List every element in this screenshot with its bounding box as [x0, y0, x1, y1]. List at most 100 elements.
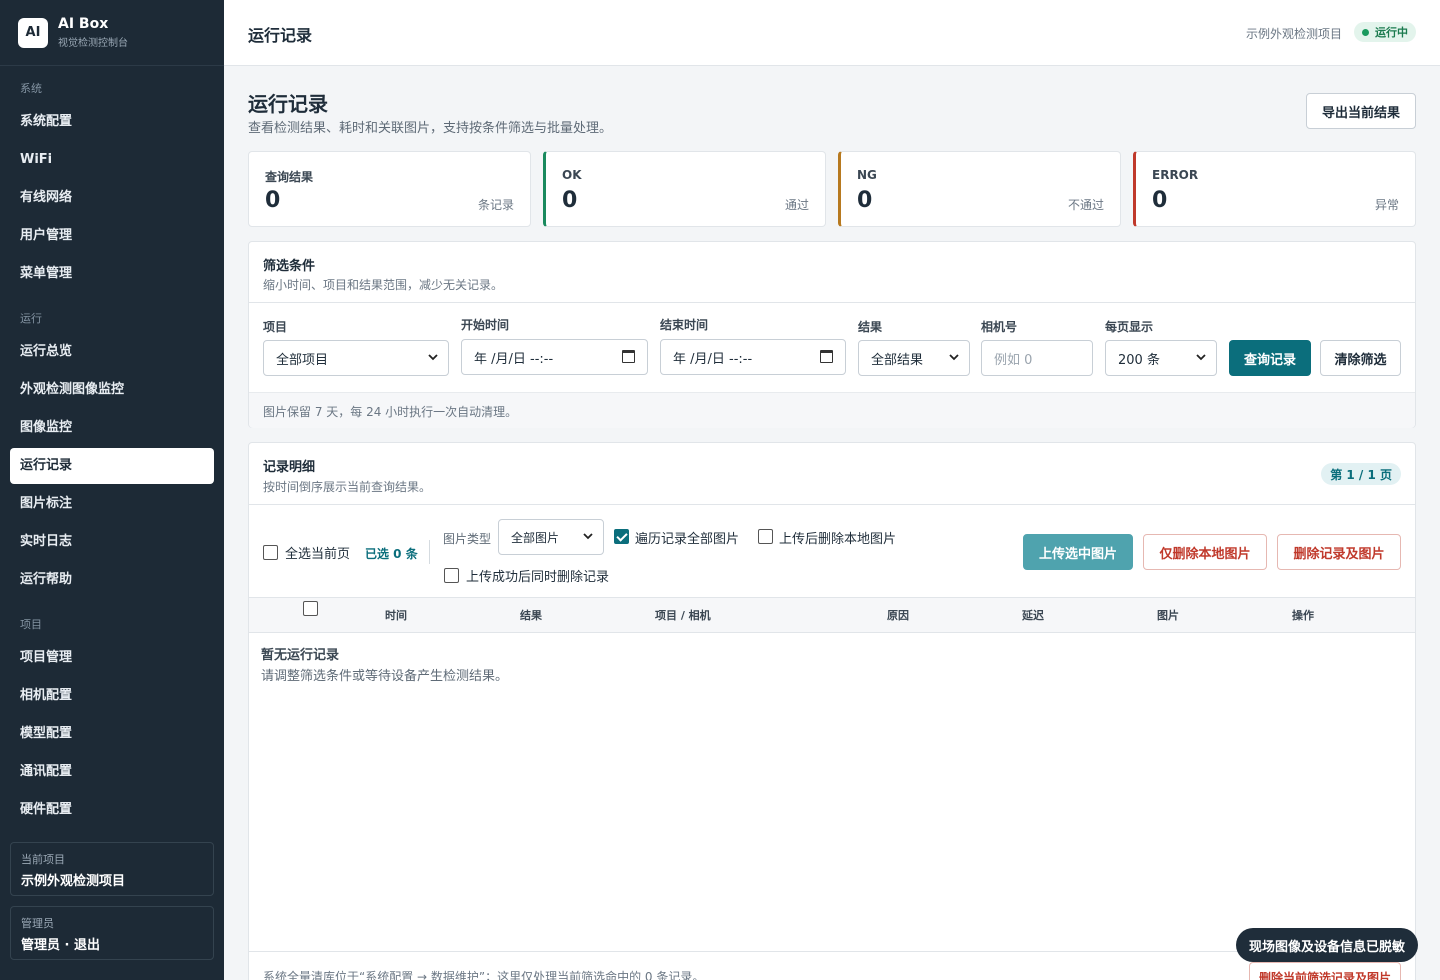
stat-value: 0 [857, 188, 873, 213]
stat-value: 0 [1152, 188, 1168, 213]
stat-label: OK [562, 168, 582, 182]
sidebar-item-run-overview[interactable]: 运行总览 [10, 334, 214, 370]
desensitized-toast: 现场图像及设备信息已脱敏 [1236, 928, 1418, 962]
column-header-latency[interactable]: 延迟 [1022, 607, 1044, 623]
query-button[interactable]: 查询记录 [1229, 340, 1311, 376]
result-filter-label: 结果 [858, 320, 883, 334]
page-size-select[interactable]: 200 条 [1105, 340, 1217, 376]
traverse-all-checkbox[interactable] [614, 529, 629, 544]
page-description: 查看检测结果、耗时和关联图片，支持按条件筛选与批量处理。 [248, 121, 613, 136]
stat-unit: 条记录 [477, 198, 514, 212]
selected-count: 已选 0 条 [365, 547, 418, 561]
project-select[interactable]: 全部项目 [263, 340, 449, 376]
sidebar-item-run-records[interactable]: 运行记录 [10, 448, 214, 484]
delete-local-after-upload-label[interactable]: 上传后删除本地图片 [779, 528, 896, 547]
admin-title: 管理员 [21, 917, 54, 930]
table-header [249, 597, 1415, 633]
delete-record-after-upload-checkbox[interactable] [444, 568, 459, 583]
footer-note: 系统全量清库位于“系统配置 → 数据维护”；这里仅处理当前筛选命中的 0 条记录… [263, 970, 705, 980]
end-time-input[interactable]: 年 /月/日 --:-- [660, 339, 846, 375]
calendar-icon[interactable] [622, 350, 635, 363]
topbar-title: 运行记录 [248, 26, 313, 45]
retention-note: 图片保留 7 天，每 24 小时执行一次自动清理。 [263, 405, 518, 419]
empty-state-description: 请调整筛选条件或等待设备产生检测结果。 [261, 669, 509, 684]
chevron-down-icon [949, 354, 959, 361]
select-page-label[interactable]: 全选当前页 [285, 543, 350, 562]
sidebar-item-camera-config[interactable]: 相机配置 [10, 678, 214, 714]
sidebar-item-model-config[interactable]: 模型配置 [10, 716, 214, 752]
sidebar-item-wired-network[interactable]: 有线网络 [10, 180, 214, 216]
sidebar-item-realtime-log[interactable]: 实时日志 [10, 524, 214, 560]
sidebar-item-image-annotation[interactable]: 图片标注 [10, 486, 214, 522]
filter-title: 筛选条件 [263, 259, 316, 274]
result-select[interactable]: 全部结果 [858, 340, 970, 376]
brand-name: AI Box [58, 16, 109, 32]
brand-logo: AI [18, 17, 48, 48]
upload-selected-button[interactable]: 上传选中图片 [1023, 534, 1133, 570]
delete-filtered-button[interactable]: 删除当前筛选记录及图片 [1249, 962, 1401, 980]
filter-subtitle: 缩小时间、项目和结果范围，减少无关记录。 [263, 278, 504, 292]
brand-subtitle: 视觉检测控制台 [58, 38, 128, 49]
image-type-label: 图片类型 [443, 532, 492, 546]
stat-label: 查询结果 [265, 170, 314, 184]
sidebar-item-run-help[interactable]: 运行帮助 [10, 562, 214, 598]
stat-unit: 通过 [784, 198, 809, 212]
records-title: 记录明细 [263, 460, 316, 475]
column-header-reason[interactable]: 原因 [887, 607, 909, 623]
camera-filter-label: 相机号 [981, 320, 1018, 334]
sidebar-item-project-management[interactable]: 项目管理 [10, 640, 214, 676]
column-header-time[interactable]: 时间 [385, 607, 407, 623]
sidebar-item-appearance-monitor[interactable]: 外观检测图像监控 [10, 372, 214, 408]
chevron-down-icon [428, 354, 438, 361]
clear-filter-button[interactable]: 清除筛选 [1320, 340, 1401, 376]
status-text: 运行中 [1375, 26, 1408, 39]
current-project-title: 当前项目 [21, 853, 65, 866]
select-page-checkbox[interactable] [263, 545, 278, 560]
stat-value: 0 [265, 188, 281, 213]
sidebar-item-comm-config[interactable]: 通讯配置 [10, 754, 214, 790]
column-header-actions[interactable]: 操作 [1292, 607, 1314, 623]
sidebar-section-system: 系统 [20, 82, 42, 95]
page-badge: 第 1 / 1 页 [1321, 463, 1401, 485]
topbar: 运行记录 示例外观检测项目 运行中 [224, 0, 1440, 66]
sidebar-section-project: 项目 [20, 618, 42, 631]
camera-input[interactable]: 例如 0 [981, 340, 1093, 376]
project-filter-label: 项目 [263, 320, 288, 334]
delete-record-after-upload-label[interactable]: 上传成功后同时删除记录 [466, 566, 609, 585]
delete-records-images-button[interactable]: 删除记录及图片 [1277, 534, 1401, 570]
stat-value: 0 [562, 188, 578, 213]
current-project-card: 当前项目 示例外观检测项目 [10, 842, 214, 896]
sidebar-item-wifi[interactable]: WiFi [10, 142, 214, 178]
delete-local-after-upload-checkbox[interactable] [758, 529, 773, 544]
chevron-down-icon [1196, 354, 1206, 361]
image-type-select[interactable]: 全部图片 [498, 519, 604, 555]
sidebar-item-hardware-config[interactable]: 硬件配置 [10, 792, 214, 828]
sidebar-item-system-config[interactable]: 系统配置 [10, 104, 214, 140]
admin-logout[interactable]: 管理员 · 退出 [21, 934, 203, 953]
select-all-rows-checkbox[interactable] [303, 601, 318, 616]
end-time-label: 结束时间 [660, 318, 709, 332]
stat-label: NG [857, 168, 877, 182]
column-header-image[interactable]: 图片 [1157, 607, 1179, 623]
traverse-all-label[interactable]: 遍历记录全部图片 [635, 528, 739, 547]
records-subtitle: 按时间倒序展示当前查询结果。 [263, 480, 432, 494]
column-header-project-camera[interactable]: 项目 / 相机 [655, 607, 711, 623]
calendar-icon[interactable] [820, 350, 833, 363]
admin-card[interactable]: 管理员 管理员 · 退出 [10, 906, 214, 960]
sidebar-section-run: 运行 [20, 312, 42, 325]
topbar-project: 示例外观检测项目 [1245, 27, 1342, 41]
delete-local-images-button[interactable]: 仅删除本地图片 [1143, 534, 1267, 570]
sidebar-item-image-monitor[interactable]: 图像监控 [10, 410, 214, 446]
sidebar-item-user-management[interactable]: 用户管理 [10, 218, 214, 254]
stat-unit: 异常 [1374, 198, 1399, 212]
chevron-down-icon [583, 533, 593, 540]
records-panel: 记录明细 按时间倒序展示当前查询结果。 第 1 / 1 页 [248, 442, 1416, 980]
stat-label: ERROR [1152, 168, 1199, 182]
sidebar-item-menu-management[interactable]: 菜单管理 [10, 256, 214, 292]
status-badge: 运行中 [1354, 22, 1416, 42]
export-button[interactable]: 导出当前结果 [1306, 93, 1416, 129]
sidebar: AI AI Box 视觉检测控制台 系统 系统配置 WiFi 有线网络 用户管理… [0, 0, 224, 980]
column-header-result[interactable]: 结果 [520, 607, 542, 623]
brand: AI AI Box 视觉检测控制台 [0, 0, 224, 66]
start-time-input[interactable]: 年 /月/日 --:-- [461, 339, 648, 375]
